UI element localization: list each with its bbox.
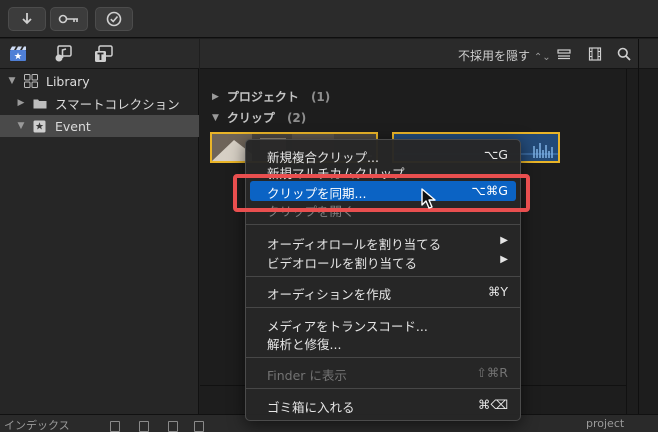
projects-section-header[interactable]: ▶ プロジェクト (1) xyxy=(212,88,330,105)
disclosure-open-icon[interactable]: ▼ xyxy=(212,113,219,123)
checkmark-circle-icon xyxy=(106,11,122,27)
event-row[interactable]: ▼ Event xyxy=(0,115,199,137)
mouse-pointer-icon xyxy=(421,188,436,209)
sidebar-item-label: Event xyxy=(55,118,91,134)
key-icon xyxy=(58,14,78,24)
sidebar-item-label: Library xyxy=(46,73,90,89)
menu-separator xyxy=(246,224,520,225)
chevron-updown-icon: ⌃⌄ xyxy=(533,52,551,63)
search-icon xyxy=(617,47,631,61)
keywords-button[interactable] xyxy=(50,7,88,31)
shortcut-label: ⌘⌫ xyxy=(477,397,508,412)
edit-mode-icon[interactable] xyxy=(139,421,149,432)
clips-section-header[interactable]: ▼ クリップ (2) xyxy=(212,109,306,126)
menu-item-assign-audio-roles[interactable]: オーディオロールを割り当てる ▶ xyxy=(250,232,516,252)
list-view-icon xyxy=(557,49,571,60)
highlight-callout-box xyxy=(233,174,530,212)
sidebar-tab-bar xyxy=(0,39,199,69)
disclosure-closed-icon[interactable]: ▶ xyxy=(17,98,25,108)
titles-generators-tab-icon xyxy=(95,45,113,62)
disclosure-open-icon[interactable]: ▼ xyxy=(8,76,16,86)
import-arrow-icon xyxy=(22,13,32,25)
menu-separator xyxy=(246,357,520,358)
filmstrip-icon xyxy=(588,47,602,61)
edit-mode-icon[interactable] xyxy=(110,421,120,432)
sidebar-item-label: スマートコレクション xyxy=(55,96,180,112)
submenu-arrow-icon: ▶ xyxy=(500,235,508,246)
menu-separator xyxy=(246,276,520,277)
browser-scrollbar-track[interactable] xyxy=(626,69,627,414)
menu-item-transcode-media[interactable]: メディアをトランスコード... xyxy=(250,314,516,334)
menu-separator xyxy=(246,307,520,308)
submenu-arrow-icon: ▶ xyxy=(500,254,508,265)
clip-filter-popup[interactable]: 不採用を隠す ⌃⌄ xyxy=(458,47,551,64)
photos-audio-tab[interactable] xyxy=(52,44,74,64)
top-toolbar xyxy=(0,0,658,38)
libraries-tab-icon xyxy=(10,46,26,61)
edit-mode-icon[interactable] xyxy=(168,421,178,432)
pane-divider[interactable] xyxy=(638,39,639,414)
project-name: project xyxy=(586,417,625,430)
library-row[interactable]: ▼ Library xyxy=(0,70,199,92)
index-button[interactable]: インデックス xyxy=(4,417,70,432)
libraries-sidebar: ▼ Library ▶ スマートコレクション ▼ Event xyxy=(0,39,199,414)
shortcut-label: ⇧⌘R xyxy=(476,365,508,380)
section-count: (2) xyxy=(286,110,307,125)
edit-mode-icon[interactable] xyxy=(194,421,204,432)
libraries-tab[interactable] xyxy=(7,44,29,64)
smart-collections-row[interactable]: ▶ スマートコレクション xyxy=(0,92,199,114)
menu-separator xyxy=(246,388,520,389)
photos-audio-tab-icon xyxy=(55,45,72,62)
shortcut-label: ⌥G xyxy=(483,147,508,162)
menu-item-analyze-and-fix[interactable]: 解析と修復... xyxy=(250,332,516,352)
filmstrip-view-button[interactable] xyxy=(587,46,603,62)
shortcut-label: ⌘Y xyxy=(487,284,508,299)
library-grid-icon xyxy=(24,74,38,88)
import-button[interactable] xyxy=(8,7,46,31)
menu-item-move-to-trash[interactable]: ゴミ箱に入れる ⌘⌫ xyxy=(250,395,516,415)
background-tasks-button[interactable] xyxy=(95,7,133,31)
menu-item-assign-video-roles[interactable]: ビデオロールを割り当てる ▶ xyxy=(250,251,516,271)
browser-header: 不採用を隠す ⌃⌄ xyxy=(200,39,658,69)
disclosure-open-icon[interactable]: ▼ xyxy=(17,121,25,131)
menu-item-reveal-in-finder: Finder に表示 ⇧⌘R xyxy=(267,365,508,383)
clip-appearance-button[interactable] xyxy=(556,46,572,62)
event-star-icon xyxy=(33,120,46,132)
titles-generators-tab[interactable] xyxy=(93,44,115,64)
search-button[interactable] xyxy=(616,46,632,62)
menu-item-create-audition[interactable]: オーディションを作成 ⌘Y xyxy=(250,282,516,302)
disclosure-closed-icon[interactable]: ▶ xyxy=(212,92,219,102)
folder-icon xyxy=(33,99,47,108)
section-count: (1) xyxy=(310,89,331,104)
